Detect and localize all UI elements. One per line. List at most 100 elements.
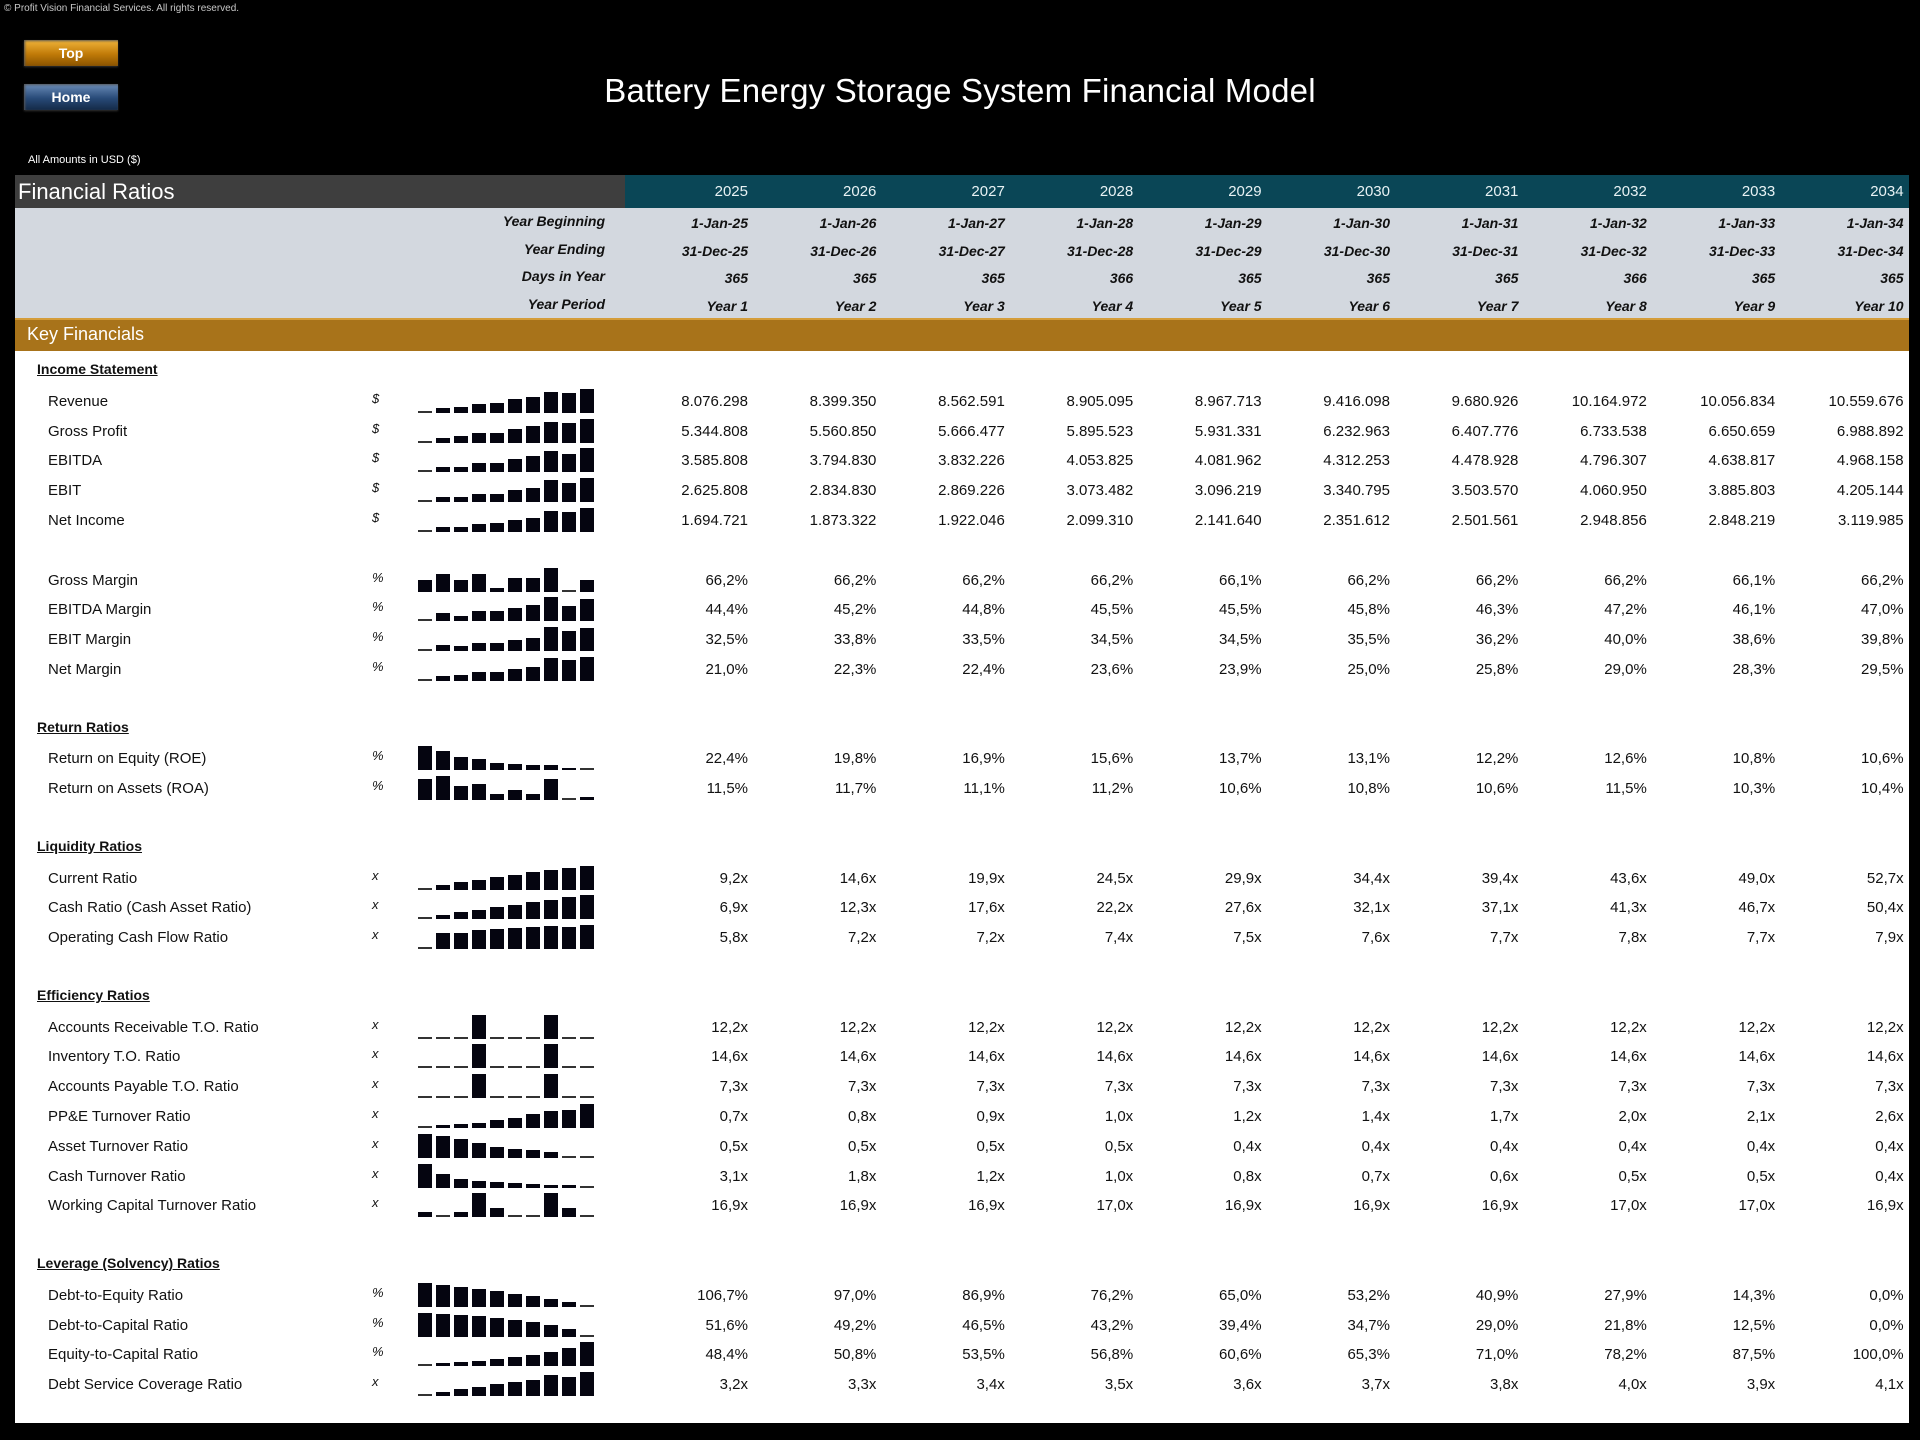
sparkline-bar xyxy=(454,406,468,413)
value-cell: 47,2% xyxy=(1604,601,1647,619)
sparkline-bar xyxy=(418,1394,432,1397)
value-cell: 66,1% xyxy=(1732,571,1776,589)
unit-symbol: x xyxy=(372,1374,379,1390)
sparkline-bar xyxy=(472,1044,486,1069)
period-value: Year 4 xyxy=(1091,297,1134,314)
unit-symbol: x xyxy=(372,1106,379,1121)
value-cell: 2.834.830 xyxy=(809,482,877,500)
sparkline-bar xyxy=(526,426,540,443)
period-value: 366 xyxy=(1623,270,1647,286)
sparkline-bar xyxy=(454,526,468,532)
value-cell: 44,4% xyxy=(705,601,748,619)
row-label: EBIT Margin xyxy=(48,631,132,649)
sparkline-bar xyxy=(418,1211,432,1218)
sparkline xyxy=(418,1372,598,1397)
sparkline-bar xyxy=(508,1215,522,1218)
sparkline-bar xyxy=(454,785,468,801)
sparkline-bar xyxy=(562,512,576,532)
sparkline-bar xyxy=(580,508,594,532)
sparkline-bar xyxy=(562,1347,576,1367)
value-cell: 3,2x xyxy=(719,1376,748,1394)
sparkline-bar xyxy=(544,510,558,532)
sparkline-bar xyxy=(580,478,594,503)
sparkline-bar xyxy=(580,1185,594,1188)
value-cell: 2.869.226 xyxy=(938,482,1005,500)
value-cell: 3.340.795 xyxy=(1323,482,1390,500)
sparkline-bar xyxy=(436,407,450,413)
unit-symbol: x xyxy=(372,1195,379,1211)
value-cell: 4.081.962 xyxy=(1194,452,1262,470)
value-cell: 14,6x xyxy=(968,1048,1005,1066)
sparkline-bar xyxy=(454,1362,468,1367)
sparkline-bar xyxy=(436,613,450,622)
sparkline xyxy=(418,925,598,950)
sparkline-bar xyxy=(508,577,522,592)
sparkline-bar xyxy=(580,1104,594,1128)
sparkline-bar xyxy=(472,672,486,681)
sparkline-bar xyxy=(490,587,504,592)
value-cell: 65,3% xyxy=(1347,1346,1390,1364)
value-cell: 0,5x xyxy=(1618,1167,1647,1185)
group-title-income-statement: Income Statement xyxy=(37,361,158,377)
year-header-cell: 2033 xyxy=(1741,183,1776,200)
header-row: Financial Ratios 2025 2026 2027 2028 2029 203… xyxy=(15,175,1909,208)
sparkline-bar xyxy=(418,649,432,652)
value-cell: 78,2% xyxy=(1604,1346,1647,1364)
value-cell: 87,5% xyxy=(1732,1346,1776,1364)
sparkline-bar xyxy=(436,497,450,503)
sparkline-bar xyxy=(436,884,450,890)
value-cell: 12,2% xyxy=(1475,750,1519,768)
sparkline-bar xyxy=(436,1036,450,1039)
value-cell: 7,3x xyxy=(1618,1078,1647,1096)
value-cell: 66,2% xyxy=(1604,571,1647,589)
sparkline-bar xyxy=(508,790,522,801)
sparkline-bar xyxy=(454,646,468,652)
sparkline-bar xyxy=(544,567,558,592)
period-value: 365 xyxy=(853,270,877,286)
period-value: 31-Dec-30 xyxy=(1323,242,1390,259)
value-cell: 5.344.808 xyxy=(681,422,748,440)
value-cell: 4.312.253 xyxy=(1323,452,1390,470)
sparkline-bar xyxy=(562,482,576,503)
value-cell: 33,8% xyxy=(833,631,877,649)
period-label: Year Ending xyxy=(523,240,605,257)
value-cell: 32,1x xyxy=(1353,899,1390,917)
value-cell: 10,3% xyxy=(1732,780,1776,798)
sparkline-bar xyxy=(544,779,558,801)
sparkline-bar xyxy=(436,932,450,950)
sparkline-bar xyxy=(436,1391,450,1397)
group-title-leverage-solvency-ratios: Leverage (Solvency) Ratios xyxy=(37,1255,220,1271)
unit-symbol: % xyxy=(372,1344,384,1360)
sparkline-bar xyxy=(508,1183,522,1188)
sparkline-bar xyxy=(418,579,432,592)
period-value: 31-Dec-27 xyxy=(938,242,1005,259)
unit-symbol: $ xyxy=(372,450,380,466)
sparkline-bar xyxy=(526,1215,540,1218)
value-cell: 5.560.850 xyxy=(809,422,877,440)
value-cell: 39,4% xyxy=(1219,1316,1262,1334)
value-cell: 3.119.985 xyxy=(1837,512,1904,529)
sparkline-bar xyxy=(436,1066,450,1069)
sparkline-bar xyxy=(526,902,540,920)
sparkline-bar xyxy=(490,793,504,801)
value-cell: 21,0% xyxy=(705,661,748,678)
value-cell: 3,9x xyxy=(1746,1376,1776,1394)
sparkline-bar xyxy=(508,490,522,503)
value-cell: 14,6x xyxy=(839,1048,877,1066)
value-cell: 44,8% xyxy=(962,601,1005,619)
top-button[interactable]: Top xyxy=(24,40,118,66)
sparkline-bar xyxy=(580,925,594,950)
row-label: Asset Turnover Ratio xyxy=(48,1137,189,1155)
value-cell: 14,6x xyxy=(839,869,877,887)
value-cell: 0,5x xyxy=(1104,1137,1134,1155)
value-cell: 2.351.612 xyxy=(1323,512,1390,529)
sparkline-bar xyxy=(580,1066,594,1069)
sparkline-bar xyxy=(508,1293,522,1307)
sparkline-bar xyxy=(562,631,576,652)
sparkline-bar xyxy=(472,643,486,652)
sparkline-bar xyxy=(526,1354,540,1367)
sparkline-bar xyxy=(490,462,504,473)
value-cell: 14,6x xyxy=(1738,1048,1776,1066)
value-cell: 106,7% xyxy=(697,1286,748,1304)
value-cell: 7,7x xyxy=(1490,929,1519,947)
